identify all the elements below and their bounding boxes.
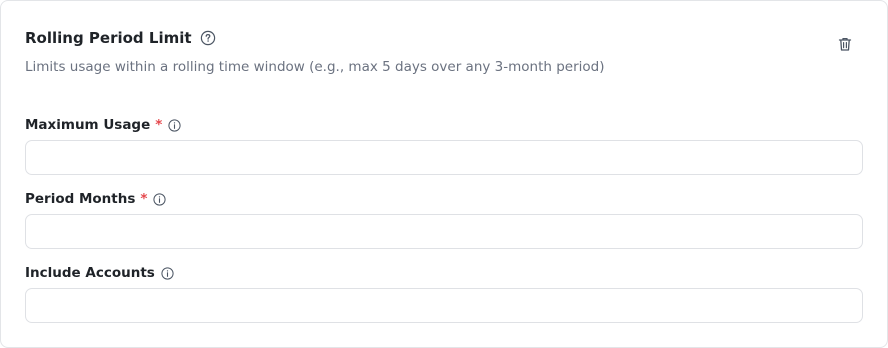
include-accounts-input[interactable] <box>25 288 863 323</box>
field-label-text: Maximum Usage <box>25 117 151 133</box>
field-label-text: Include Accounts <box>25 265 155 281</box>
card-description: Limits usage within a rolling time windo… <box>25 59 605 75</box>
card-title: Rolling Period Limit <box>25 29 192 47</box>
required-asterisk: * <box>140 191 148 207</box>
period-months-label: Period Months * <box>25 190 167 208</box>
info-circle-icon[interactable] <box>168 118 181 132</box>
trash-icon <box>837 36 853 52</box>
required-asterisk: * <box>155 117 163 133</box>
include-accounts-label: Include Accounts <box>25 264 174 282</box>
card-header: Rolling Period Limit <box>25 28 216 48</box>
question-circle-icon[interactable] <box>200 30 216 46</box>
period-months-input[interactable] <box>25 214 863 249</box>
field-label-text: Period Months <box>25 191 136 207</box>
info-circle-icon[interactable] <box>161 266 174 280</box>
maximum-usage-label: Maximum Usage * <box>25 116 181 134</box>
rolling-period-limit-card: Rolling Period Limit Limits usage within… <box>0 0 888 348</box>
info-circle-icon[interactable] <box>153 192 167 206</box>
maximum-usage-input[interactable] <box>25 140 863 175</box>
delete-button[interactable] <box>835 34 855 54</box>
